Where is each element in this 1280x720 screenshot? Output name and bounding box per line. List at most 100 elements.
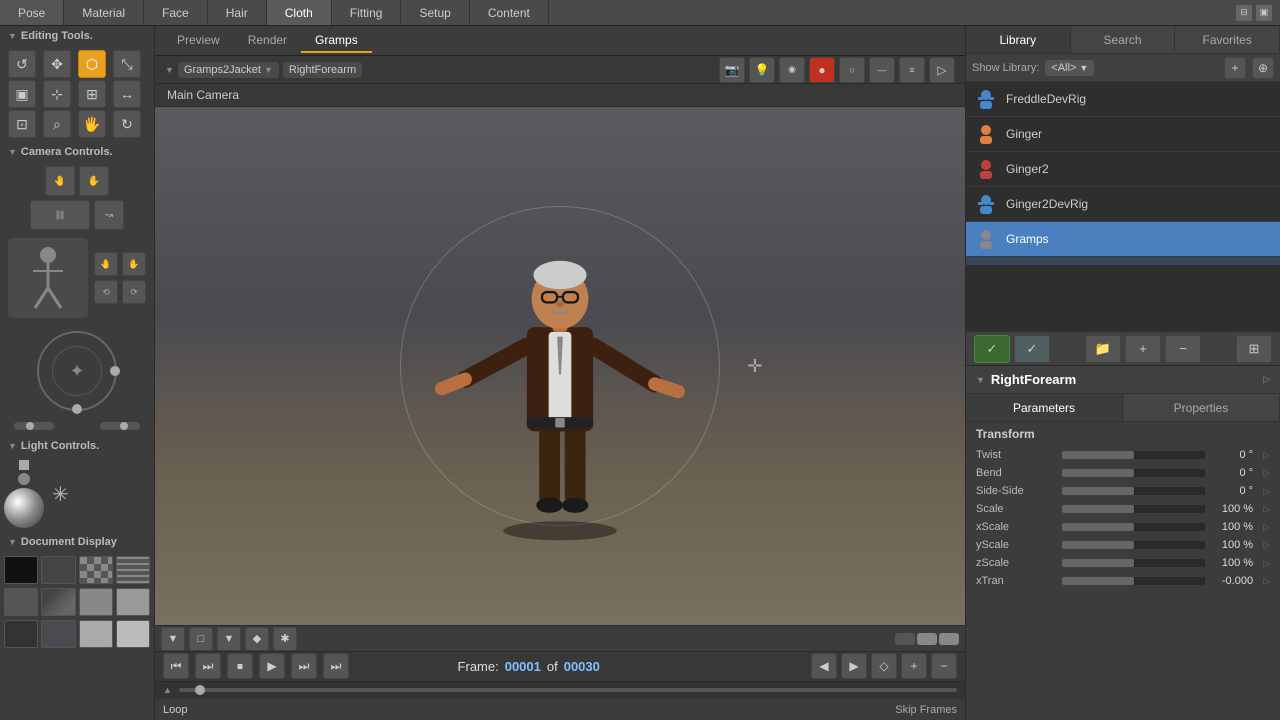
lib-item-gramps[interactable]: Gramps <box>966 222 1280 257</box>
btn-stop[interactable]: ⏹ <box>227 653 253 679</box>
tool-transform[interactable]: ⤡ <box>113 50 141 78</box>
lib-btn-folder[interactable]: 📁 <box>1085 335 1121 363</box>
prop-arrow-yscale[interactable]: ▷ <box>1263 540 1270 551</box>
tab-cloth[interactable]: Cloth <box>267 0 332 25</box>
light-knob-small[interactable] <box>19 460 29 470</box>
breadcrumb-figure-dropdown[interactable]: Gramps2Jacket ▼ <box>178 62 279 78</box>
btn-step-fwd[interactable]: ⏭ <box>291 653 317 679</box>
vp-tool-render4[interactable]: — <box>869 57 895 83</box>
vp-tool-render2[interactable]: ● <box>809 57 835 83</box>
light-star-icon[interactable]: ✳ <box>52 482 69 507</box>
light-ball[interactable] <box>4 488 44 528</box>
props-tab-parameters[interactable]: Parameters <box>966 394 1123 421</box>
props-collapse-icon[interactable]: ▼ <box>976 375 985 385</box>
cam-right-hand[interactable]: ✋ <box>79 166 109 196</box>
tool-group[interactable]: ⊞ <box>78 80 106 108</box>
lib-tab-library[interactable]: Library <box>966 26 1071 53</box>
tool-twist[interactable]: ↻ <box>113 110 141 138</box>
prop-arrow-xscale[interactable]: ▷ <box>1263 522 1270 533</box>
prop-slider-bar-twist[interactable] <box>1062 451 1205 459</box>
prop-slider-bar-xtran[interactable] <box>1062 577 1205 585</box>
tab-hair[interactable]: Hair <box>208 0 267 25</box>
lib-btn-plus[interactable]: + <box>1125 335 1161 363</box>
library-filter-dropdown[interactable]: <All> ▼ <box>1045 60 1094 76</box>
corner-icon-1[interactable]: ⊟ <box>1236 5 1252 21</box>
lib-btn-minus[interactable]: − <box>1165 335 1201 363</box>
tool-scale[interactable]: ↔ <box>113 80 141 108</box>
doc-swatch-blueish[interactable] <box>41 620 75 648</box>
doc-swatch-dark[interactable] <box>41 556 75 584</box>
cam-hand-left-small[interactable]: 🤚 <box>94 252 118 276</box>
camera-slider-right[interactable] <box>100 422 140 430</box>
viewport-crosshair[interactable]: ✛ <box>747 356 762 377</box>
tab-fitting[interactable]: Fitting <box>332 0 402 25</box>
tab-material[interactable]: Material <box>64 0 144 25</box>
tool-rotate-ccw[interactable]: ↺ <box>8 50 36 78</box>
tool-frame[interactable]: ⊡ <box>8 110 36 138</box>
tl-btn-box[interactable]: □ <box>189 627 213 651</box>
vp-tool-render1[interactable]: ◉ <box>779 57 805 83</box>
doc-swatch-lines[interactable] <box>116 556 150 584</box>
btn-next-key[interactable]: ▶ <box>841 653 867 679</box>
tab-face[interactable]: Face <box>144 0 208 25</box>
lib-btn-action[interactable]: ⊞ <box>1236 335 1272 363</box>
prop-arrow-xtran[interactable]: ▷ <box>1263 576 1270 587</box>
btn-prev-key[interactable]: ◀ <box>811 653 837 679</box>
vp-tool-light[interactable]: 💡 <box>749 57 775 83</box>
camera-slider-left[interactable] <box>14 422 54 430</box>
prop-slider-bar-zscale[interactable] <box>1062 559 1205 567</box>
tl-dot-1[interactable] <box>895 633 915 645</box>
btn-play[interactable]: ▶ <box>259 653 285 679</box>
cam-hand-right-small[interactable]: ✋ <box>122 252 146 276</box>
camera-slider-left-handle[interactable] <box>26 422 34 430</box>
prop-slider-xscale[interactable] <box>1062 523 1205 531</box>
doc-swatch-grad[interactable] <box>41 588 75 616</box>
lib-item-ginger2[interactable]: Ginger2 <box>966 152 1280 187</box>
lib-tab-favorites[interactable]: Favorites <box>1175 26 1280 53</box>
prop-arrow-sideside[interactable]: ▷ <box>1263 486 1270 497</box>
tool-box-select[interactable]: ▣ <box>8 80 36 108</box>
tool-pose[interactable]: 🖐 <box>78 110 106 138</box>
orbit-dot-bottom[interactable] <box>72 404 82 414</box>
cam-chain[interactable]: ⛓ <box>30 200 90 230</box>
doc-swatch-lighter[interactable] <box>116 620 150 648</box>
breadcrumb-bone-dropdown[interactable]: RightForearm <box>283 62 362 78</box>
prop-slider-bar-sideside[interactable] <box>1062 487 1205 495</box>
vp-tab-preview[interactable]: Preview <box>163 29 234 53</box>
lib-tab-search[interactable]: Search <box>1071 26 1176 53</box>
tool-joint[interactable]: ⊹ <box>43 80 71 108</box>
vp-tool-expand[interactable]: ▷ <box>929 57 955 83</box>
lib-item-ginger[interactable]: Ginger <box>966 117 1280 152</box>
doc-swatch-black[interactable] <box>4 556 38 584</box>
doc-swatch-gray1[interactable] <box>4 588 38 616</box>
tab-pose[interactable]: Pose <box>0 0 64 25</box>
tool-move[interactable]: ✥ <box>43 50 71 78</box>
prop-slider-bar-yscale[interactable] <box>1062 541 1205 549</box>
tl-dot-2[interactable] <box>917 633 937 645</box>
prop-arrow-bend[interactable]: ▷ <box>1263 468 1270 479</box>
prop-slider-scale[interactable] <box>1062 505 1205 513</box>
prop-slider-zscale[interactable] <box>1062 559 1205 567</box>
prop-arrow-twist[interactable]: ▷ <box>1263 450 1270 461</box>
btn-add-key[interactable]: + <box>901 653 927 679</box>
btn-go-end[interactable]: ⏭ <box>323 653 349 679</box>
doc-swatch-light[interactable] <box>79 620 113 648</box>
orbit-ring-inner[interactable]: ✦ <box>52 346 102 396</box>
doc-swatch-gray2[interactable] <box>79 588 113 616</box>
doc-swatch-checker[interactable] <box>79 556 113 584</box>
vp-tool-camera[interactable]: 📷 <box>719 57 745 83</box>
lib-toolbar-add[interactable]: + <box>1224 57 1246 79</box>
prop-slider-bar-xscale[interactable] <box>1062 523 1205 531</box>
cam-icon-extra1[interactable]: ⟲ <box>94 280 118 304</box>
camera-slider-right-handle[interactable] <box>120 422 128 430</box>
lib-btn-check-edit[interactable]: ✓ <box>1014 335 1050 363</box>
prop-slider-xtran[interactable] <box>1062 577 1205 585</box>
prop-slider-sideside[interactable] <box>1062 487 1205 495</box>
prop-slider-bend[interactable] <box>1062 469 1205 477</box>
lib-btn-check[interactable]: ✓ <box>974 335 1010 363</box>
3d-viewport[interactable]: ✛ <box>155 107 965 625</box>
cam-icon-extra2[interactable]: ⟳ <box>122 280 146 304</box>
vp-tool-render5[interactable]: ≡ <box>899 57 925 83</box>
prop-slider-bar-bend[interactable] <box>1062 469 1205 477</box>
scrub-handle[interactable] <box>195 685 205 695</box>
